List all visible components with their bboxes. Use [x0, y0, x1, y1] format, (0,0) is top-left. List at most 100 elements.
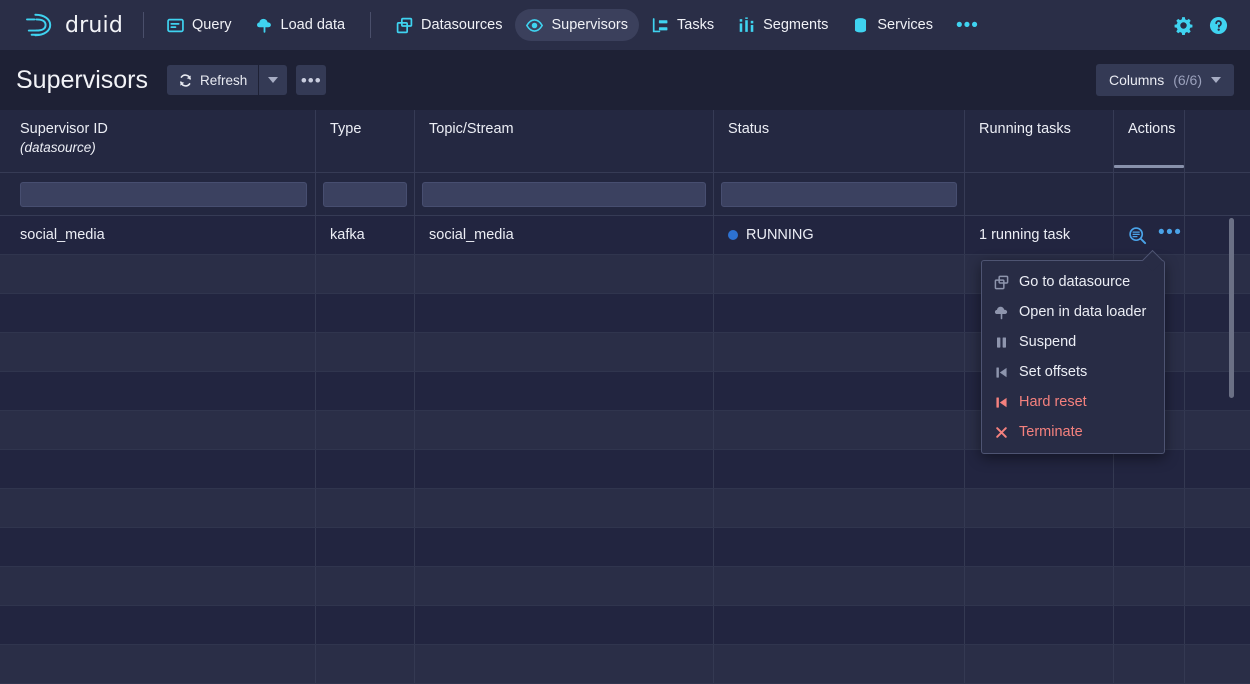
cell-empty [0, 528, 316, 566]
cell-empty [316, 606, 415, 644]
cell-empty [316, 450, 415, 488]
cell-empty [0, 411, 316, 449]
row-more-icon[interactable]: ••• [1158, 223, 1182, 242]
chevron-down-icon [268, 77, 278, 83]
cross-icon [994, 425, 1009, 440]
filter-cell-actions [1114, 173, 1185, 215]
filter-input-supervisor-id[interactable] [20, 182, 307, 207]
search-detail-icon[interactable] [1128, 226, 1147, 245]
menu-item-label: Suspend [1019, 334, 1076, 350]
gear-icon[interactable] [1174, 16, 1193, 35]
columns-label: Columns [1109, 72, 1164, 88]
cell-empty [1114, 450, 1185, 488]
nav-item-supervisors[interactable]: Supervisors [515, 9, 639, 41]
cell-empty [415, 489, 714, 527]
menu-item-hard-reset[interactable]: Hard reset [982, 387, 1164, 417]
column-header-type[interactable]: Type [316, 110, 415, 172]
nav-item-datasources[interactable]: Datasources [385, 9, 513, 41]
row-actions-context-menu: Go to datasourceOpen in data loader Suspe… [981, 260, 1165, 454]
page-toolbar: Supervisors Refresh ••• Columns (6/6) [0, 50, 1250, 110]
filter-cell-type [316, 173, 415, 215]
columns-count: (6/6) [1173, 72, 1202, 88]
nav-divider-1 [143, 12, 144, 38]
table-row[interactable]: social_mediakafkasocial_mediaRUNNING1 ru… [0, 216, 1250, 255]
filter-cell-status [714, 173, 965, 215]
cell-empty [965, 567, 1114, 605]
cell-empty [316, 372, 415, 410]
column-header-topic-stream[interactable]: Topic/Stream [415, 110, 714, 172]
menu-item-open-in-data-loader[interactable]: Open in data loader [982, 297, 1164, 327]
filter-input-status[interactable] [721, 182, 957, 207]
column-header-label: Actions [1128, 121, 1184, 137]
cell-running-tasks: 1 running task [965, 216, 1114, 254]
column-header-actions[interactable]: Actions [1114, 110, 1185, 172]
cell-empty [316, 294, 415, 332]
filter-cell-topic-stream [415, 173, 714, 215]
nav-item-services[interactable]: Services [841, 9, 944, 41]
druid-console: druid Query Load data [0, 0, 1250, 640]
cell-empty [316, 567, 415, 605]
cell-empty [316, 645, 415, 683]
menu-item-suspend[interactable]: Suspend [982, 327, 1164, 357]
menu-item-label: Hard reset [1019, 394, 1087, 410]
cell-empty [415, 411, 714, 449]
cell-empty [0, 294, 316, 332]
column-header-status[interactable]: Status [714, 110, 965, 172]
brand[interactable]: druid [24, 12, 123, 38]
column-header-running-tasks[interactable]: Running tasks [965, 110, 1114, 172]
services-icon [852, 17, 869, 34]
nav-item-query[interactable]: Query [156, 9, 243, 41]
cell-empty [965, 606, 1114, 644]
column-resize-indicator[interactable] [1114, 165, 1184, 168]
menu-item-terminate[interactable]: Terminate [982, 417, 1164, 447]
step-backward-icon [994, 365, 1009, 380]
page-title: Supervisors [16, 66, 148, 95]
nav-item-segments[interactable]: Segments [727, 9, 839, 41]
step-backward-icon [994, 395, 1009, 410]
refresh-dropdown-button[interactable] [259, 65, 287, 95]
nav-item-tasks[interactable]: Tasks [641, 9, 725, 41]
cell-empty [0, 372, 316, 410]
menu-item-set-offsets[interactable]: Set offsets [982, 357, 1164, 387]
nav-more-button[interactable]: ••• [946, 16, 989, 35]
cell-empty [415, 372, 714, 410]
table-row-empty [0, 567, 1250, 606]
nav-label-supervisors: Supervisors [551, 17, 628, 33]
cell-empty [316, 489, 415, 527]
navbar-right-actions [1174, 16, 1236, 35]
cell-empty [714, 528, 965, 566]
toolbar-more-button[interactable]: ••• [296, 65, 326, 95]
table-row-empty [0, 645, 1250, 684]
nav-divider-2 [370, 12, 371, 38]
cell-empty [965, 528, 1114, 566]
vertical-scrollbar[interactable] [1229, 218, 1234, 398]
cell-empty [316, 411, 415, 449]
table-row-empty [0, 489, 1250, 528]
column-header-supervisor-id[interactable]: Supervisor ID(datasource) [0, 110, 316, 172]
running-tasks-text: 1 running task [979, 227, 1070, 243]
pause-icon [994, 335, 1009, 350]
nav-label-tasks: Tasks [677, 17, 714, 33]
cell-empty [714, 372, 965, 410]
filter-input-type[interactable] [323, 182, 407, 207]
chevron-down-icon [1211, 77, 1221, 83]
cell-empty [0, 489, 316, 527]
column-header-sublabel: (datasource) [20, 140, 315, 155]
column-header-label: Running tasks [979, 121, 1113, 137]
menu-item-go-to-datasource[interactable]: Go to datasource [982, 267, 1164, 297]
cell-empty [965, 489, 1114, 527]
datasources-icon [396, 17, 413, 34]
column-header-label: Status [728, 121, 964, 137]
help-icon[interactable] [1209, 16, 1228, 35]
columns-button[interactable]: Columns (6/6) [1096, 64, 1234, 96]
nav-label-segments: Segments [763, 17, 828, 33]
cell-empty [0, 450, 316, 488]
nav-label-query: Query [192, 17, 232, 33]
nav-item-load-data[interactable]: Load data [245, 9, 357, 41]
menu-items: Go to datasourceOpen in data loader Suspe… [982, 267, 1164, 447]
refresh-button[interactable]: Refresh [167, 65, 258, 95]
cell-empty [1114, 528, 1185, 566]
filter-input-topic-stream[interactable] [422, 182, 706, 207]
cell-empty [714, 450, 965, 488]
toolbar-right: Columns (6/6) [1096, 64, 1234, 96]
